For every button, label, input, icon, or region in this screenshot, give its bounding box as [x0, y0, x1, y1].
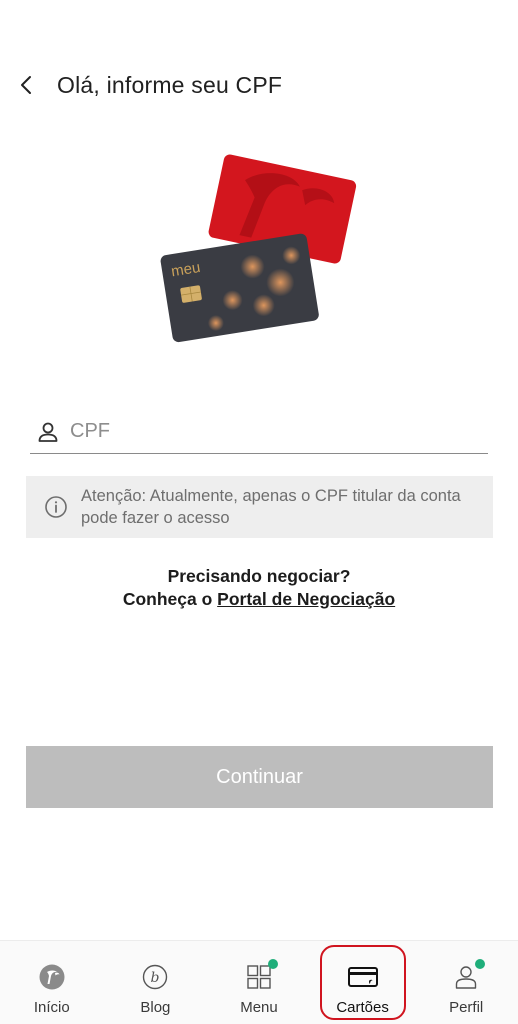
- nav-label-menu: Menu: [240, 999, 278, 1016]
- info-notice: Atenção: Atualmente, apenas o CPF titula…: [26, 476, 493, 538]
- info-text: Atenção: Atualmente, apenas o CPF titula…: [81, 487, 461, 527]
- blog-icon: b: [138, 960, 172, 994]
- svg-text:b: b: [151, 970, 160, 986]
- grid-icon: [242, 959, 278, 994]
- cards-illustration: meu: [160, 148, 360, 343]
- home-logo-icon: [35, 960, 69, 994]
- cpf-field[interactable]: [30, 410, 488, 454]
- nav-label-inicio: Início: [33, 999, 70, 1016]
- back-button[interactable]: [2, 62, 52, 108]
- bottom-nav: Início b Blog Menu Cartões Perfil: [0, 940, 518, 1024]
- info-icon: [41, 492, 71, 522]
- negotiate-section: Precisando negociar? Conheça o Portal de…: [0, 565, 518, 611]
- menu-notification-dot: [267, 959, 278, 969]
- negotiate-line: Conheça o Portal de Negociação: [0, 588, 518, 611]
- portal-negociacao-link[interactable]: Portal de Negociação: [217, 589, 395, 609]
- nav-item-menu[interactable]: Menu: [207, 941, 311, 1024]
- user-icon: [33, 417, 63, 447]
- nav-label-perfil: Perfil: [449, 999, 484, 1016]
- app-header: Olá, informe seu CPF: [0, 62, 518, 108]
- page-title: Olá, informe seu CPF: [57, 71, 283, 98]
- negotiate-question: Precisando negociar?: [167, 566, 351, 586]
- chevron-left-icon: [21, 76, 31, 94]
- negotiate-prefix: Conheça o: [122, 589, 218, 609]
- nav-item-blog[interactable]: b Blog: [104, 941, 208, 1024]
- perfil-notification-dot: [475, 959, 486, 969]
- cpf-input[interactable]: [70, 420, 450, 443]
- nav-label-blog: Blog: [140, 999, 171, 1016]
- profile-icon: [449, 959, 486, 994]
- nav-item-perfil[interactable]: Perfil: [414, 941, 518, 1024]
- card-icon: [346, 960, 380, 994]
- continue-button[interactable]: Continuar: [26, 746, 493, 808]
- nav-item-cartoes[interactable]: Cartões: [311, 941, 415, 1024]
- nav-item-inicio[interactable]: Início: [0, 941, 104, 1024]
- nav-label-cartoes: Cartões: [336, 999, 389, 1016]
